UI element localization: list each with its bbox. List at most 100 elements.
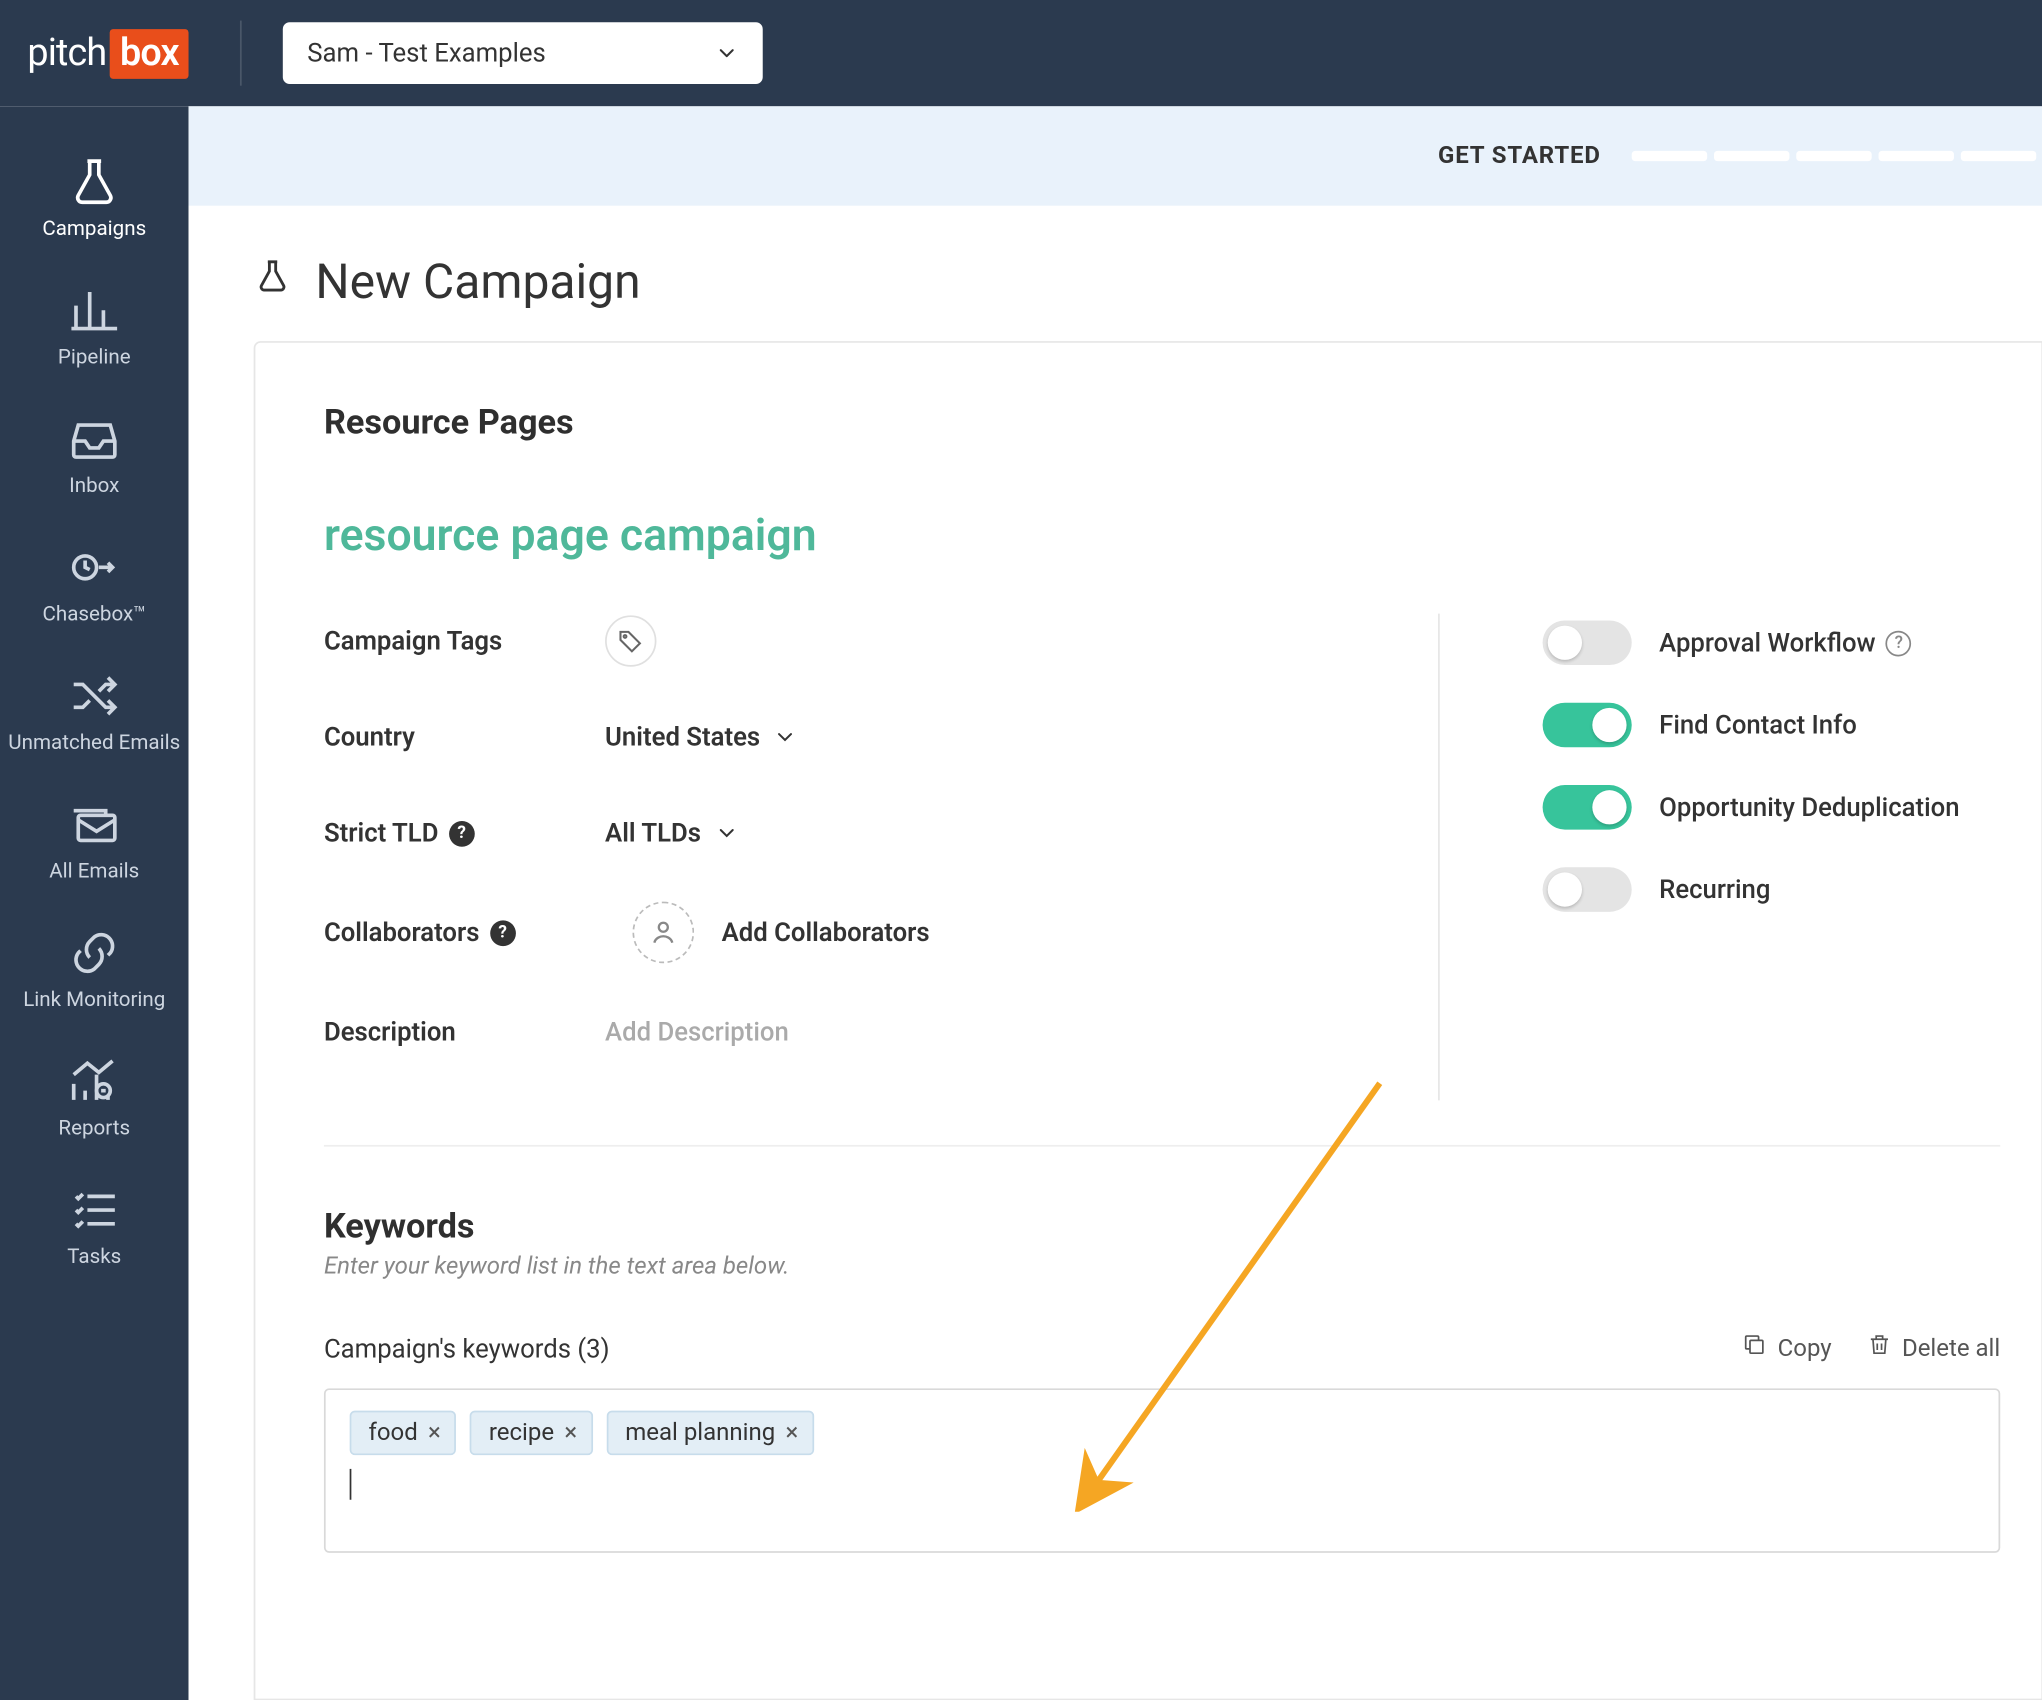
keyword-chip: recipe ×	[470, 1411, 593, 1456]
help-icon[interactable]: ?	[449, 820, 475, 846]
toggle-find-contact-info: Find Contact Info	[1543, 703, 1960, 748]
toggle-opportunity-dedup: Opportunity Deduplication	[1543, 785, 1960, 830]
campaign-name-input[interactable]: resource page campaign	[324, 511, 2000, 562]
sidebar-item-label: Reports	[58, 1116, 130, 1142]
toggle-recurring: Recurring	[1543, 867, 1960, 912]
field-label: Campaign Tags	[324, 626, 605, 657]
project-selector[interactable]: Sam - Test Examples	[283, 22, 763, 84]
remove-chip-icon[interactable]: ×	[428, 1419, 441, 1446]
keyword-chip: food ×	[350, 1411, 457, 1456]
field-label: Strict TLD ?	[324, 818, 605, 849]
keywords-title: Keywords	[324, 1205, 2000, 1246]
progress-steps	[1632, 151, 2037, 161]
toggle-switch[interactable]	[1543, 620, 1632, 665]
description-input[interactable]: Add Description	[605, 1016, 789, 1047]
chevron-down-icon	[715, 41, 739, 65]
trend-chart-icon	[67, 1058, 122, 1106]
keyword-chip-label: recipe	[489, 1419, 554, 1446]
envelopes-icon	[67, 800, 122, 848]
toggle-switch[interactable]	[1543, 867, 1632, 912]
sidebar-item-label: All Emails	[49, 859, 139, 885]
keyword-chip-label: food	[369, 1419, 418, 1446]
sidebar-item-link-monitoring[interactable]: Link Monitoring	[0, 908, 189, 1037]
section-title: Resource Pages	[324, 401, 2000, 442]
topbar-divider	[240, 21, 242, 86]
progress-step[interactable]	[1796, 151, 1871, 161]
flask-icon	[254, 254, 292, 311]
progress-step[interactable]	[1632, 151, 1707, 161]
toggle-switch[interactable]	[1543, 785, 1632, 830]
delete-all-keywords-button[interactable]: Delete all	[1866, 1332, 2000, 1365]
sidebar-item-label: Link Monitoring	[23, 987, 165, 1013]
tld-selector[interactable]: All TLDs	[605, 818, 739, 849]
sidebar-item-chasebox[interactable]: Chasebox™	[0, 523, 189, 652]
progress-step[interactable]	[1879, 151, 1954, 161]
field-country: Country United States	[324, 710, 1370, 765]
sidebar-item-label: Chasebox™	[42, 602, 146, 628]
toggle-switch[interactable]	[1543, 703, 1632, 748]
sidebar-item-inbox[interactable]: Inbox	[0, 394, 189, 523]
keywords-count-label: Campaign's keywords (3)	[324, 1333, 610, 1364]
sidebar-item-label: Campaigns	[42, 216, 146, 242]
progress-step[interactable]	[1714, 151, 1789, 161]
brand-text-pitch: pitch	[27, 32, 106, 75]
tags-add-button[interactable]	[605, 615, 656, 666]
clock-arrow-icon	[67, 543, 122, 591]
text-cursor	[350, 1469, 352, 1500]
country-selector[interactable]: United States	[605, 722, 798, 753]
sidebar-item-campaigns[interactable]: Campaigns	[0, 137, 189, 266]
sidebar-item-label: Unmatched Emails	[8, 730, 180, 756]
country-value: United States	[605, 722, 760, 753]
keywords-input[interactable]: food × recipe × meal planning ×	[324, 1388, 2000, 1553]
chevron-down-icon	[774, 725, 798, 749]
keywords-help-text: Enter your keyword list in the text area…	[324, 1253, 2000, 1280]
page-header: New Campaign	[189, 206, 2042, 341]
field-campaign-tags: Campaign Tags	[324, 614, 1370, 669]
brand-logo: pitch box	[27, 28, 189, 78]
add-collaborators-button[interactable]: Add Collaborators	[632, 902, 929, 964]
project-selector-value: Sam - Test Examples	[307, 38, 545, 69]
get-started-bar: GET STARTED	[189, 106, 2042, 205]
field-label: Description	[324, 1016, 605, 1047]
keyword-chip-label: meal planning	[625, 1419, 775, 1446]
bar-chart-icon	[67, 286, 122, 334]
divider	[324, 1145, 2000, 1147]
copy-icon	[1742, 1332, 1768, 1365]
topbar: pitch box Sam - Test Examples	[0, 0, 2042, 106]
add-collaborators-label: Add Collaborators	[722, 917, 930, 948]
sidebar-item-tasks[interactable]: Tasks	[0, 1166, 189, 1295]
delete-all-label: Delete all	[1902, 1334, 2000, 1361]
page-title: New Campaign	[315, 254, 640, 311]
help-icon[interactable]: ?	[1886, 630, 1912, 656]
toggle-label: Approval Workflow	[1659, 627, 1875, 658]
link-icon	[67, 929, 122, 977]
field-collaborators: Collaborators ? Add Collaborators	[324, 902, 1370, 964]
sidebar-item-pipeline[interactable]: Pipeline	[0, 266, 189, 395]
remove-chip-icon[interactable]: ×	[564, 1419, 577, 1446]
campaign-card: Resource Pages resource page campaign Ca…	[254, 341, 2042, 1700]
brand-text-box: box	[110, 28, 189, 78]
toggle-label: Opportunity Deduplication	[1659, 792, 1959, 823]
flask-icon	[67, 158, 122, 206]
sidebar: Campaigns Pipeline Inbox Chasebox™	[0, 106, 189, 1700]
person-dashed-icon	[632, 902, 694, 964]
field-label: Country	[324, 722, 605, 753]
toggle-label: Find Contact Info	[1659, 710, 1857, 741]
remove-chip-icon[interactable]: ×	[786, 1419, 799, 1446]
sidebar-item-all-emails[interactable]: All Emails	[0, 780, 189, 909]
sidebar-item-reports[interactable]: Reports	[0, 1037, 189, 1166]
checklist-icon	[67, 1186, 122, 1234]
copy-label: Copy	[1778, 1334, 1832, 1361]
main-content: GET STARTED New Campaign Resource Pages …	[189, 106, 2042, 1700]
chevron-down-icon	[715, 821, 739, 845]
shuffle-icon	[67, 672, 122, 720]
help-icon[interactable]: ?	[490, 920, 516, 946]
copy-keywords-button[interactable]: Copy	[1742, 1332, 1832, 1365]
sidebar-item-label: Pipeline	[58, 345, 131, 371]
sidebar-item-label: Inbox	[69, 473, 119, 499]
sidebar-item-unmatched[interactable]: Unmatched Emails	[0, 651, 189, 780]
field-strict-tld: Strict TLD ? All TLDs	[324, 806, 1370, 861]
toggle-approval-workflow: Approval Workflow ?	[1543, 620, 1960, 665]
progress-step[interactable]	[1961, 151, 2036, 161]
sidebar-item-label: Tasks	[67, 1244, 121, 1270]
